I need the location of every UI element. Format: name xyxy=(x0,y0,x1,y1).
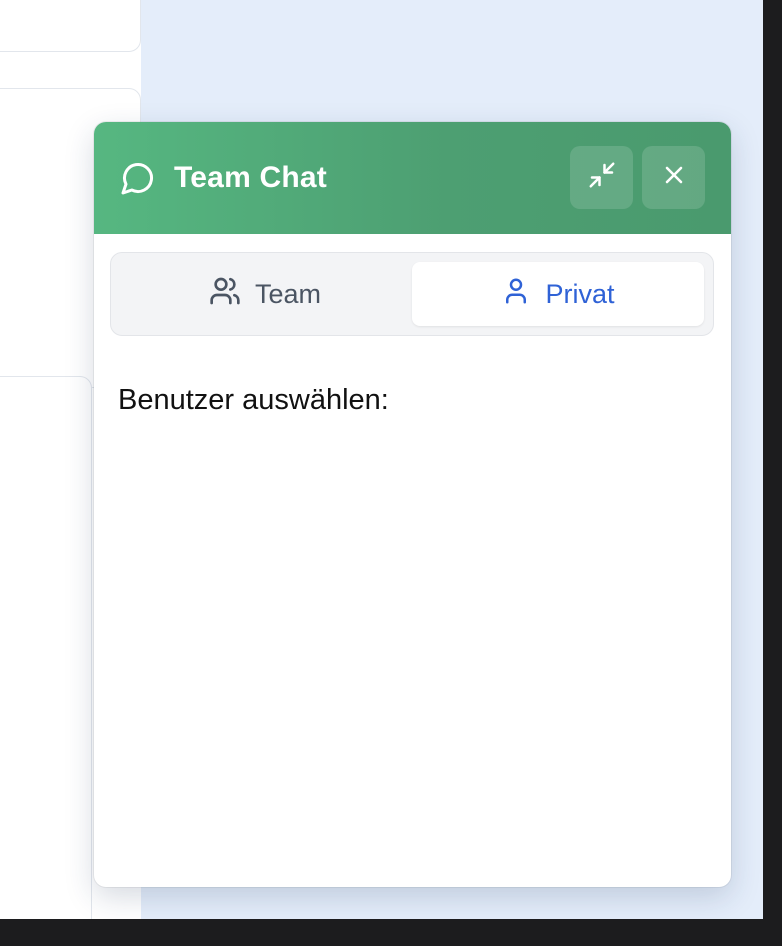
tab-team-label: Team xyxy=(254,278,322,309)
minimize-icon xyxy=(587,160,617,195)
background-card xyxy=(0,0,141,52)
select-user-label: Benutzer auswählen: xyxy=(118,384,389,416)
tab-team[interactable]: Team xyxy=(120,262,410,326)
background-card xyxy=(0,376,92,919)
user-icon xyxy=(501,276,545,313)
app-viewport: Team Chat Team Privat Benutzer auswählen… xyxy=(0,0,763,919)
chat-title: Team Chat xyxy=(174,161,327,194)
chat-tabs: Team Privat xyxy=(110,252,714,336)
chat-panel: Team Chat Team Privat Benutzer auswählen… xyxy=(94,122,731,887)
tab-privat[interactable]: Privat xyxy=(412,262,704,326)
close-button[interactable] xyxy=(642,146,705,209)
close-icon xyxy=(660,161,688,194)
chat-header: Team Chat xyxy=(94,122,731,234)
minimize-button[interactable] xyxy=(570,146,633,209)
chat-bubble-icon xyxy=(120,160,156,196)
tab-privat-label: Privat xyxy=(545,278,615,309)
users-icon xyxy=(209,275,255,314)
